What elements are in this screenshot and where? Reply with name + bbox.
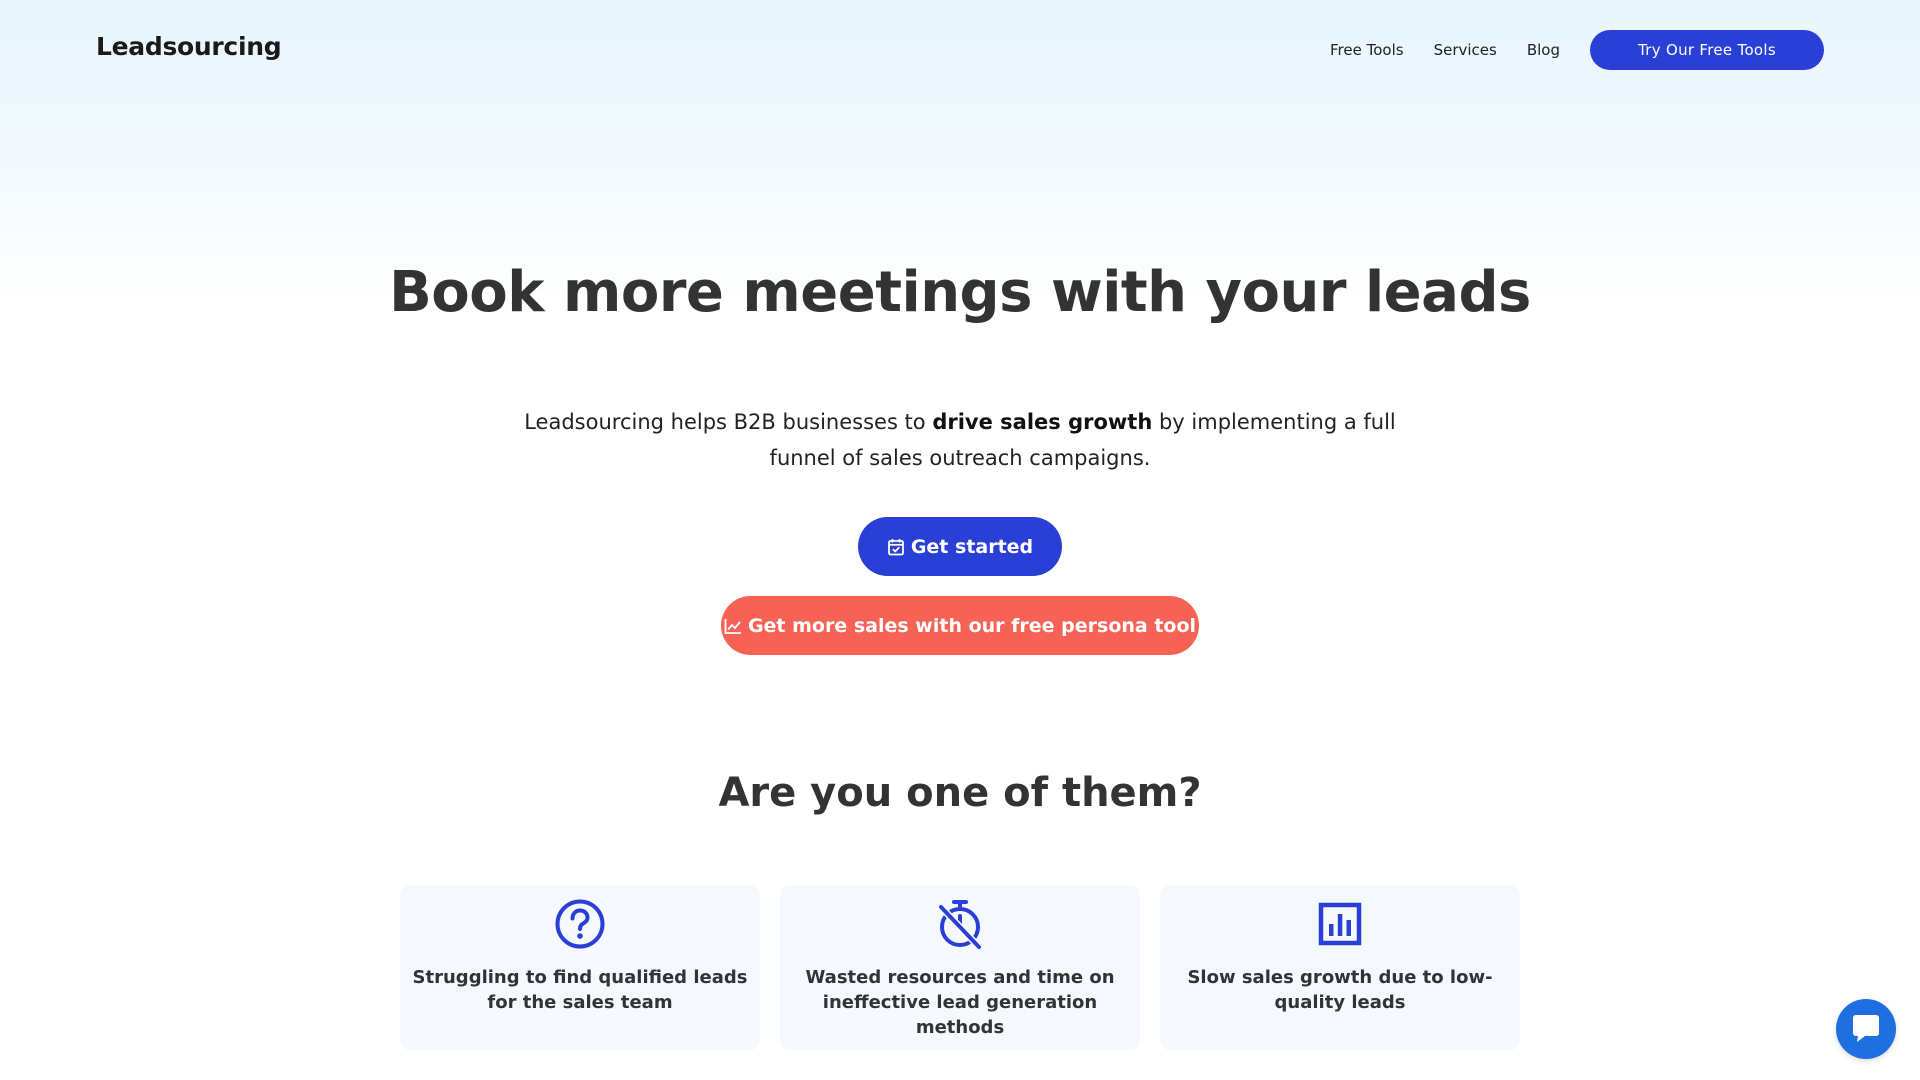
- logo[interactable]: Leadsourcing: [96, 32, 282, 61]
- hero-subtitle-highlight: drive sales growth: [932, 410, 1153, 434]
- chat-bubble-icon: [1853, 1015, 1879, 1042]
- nav-link-services[interactable]: Services: [1434, 41, 1497, 59]
- get-started-button[interactable]: Get started: [858, 517, 1062, 576]
- question-circle-icon: [555, 899, 605, 949]
- persona-tool-label: Get more sales with our free persona too…: [747, 614, 1197, 637]
- persona-tool-button[interactable]: Get more sales with our free persona too…: [721, 596, 1199, 655]
- line-chart-icon: [724, 618, 741, 634]
- bar-chart-square-icon: [1318, 902, 1362, 946]
- site-header: Leadsourcing Free Tools Services Blog Tr…: [0, 0, 1920, 100]
- nav-link-blog[interactable]: Blog: [1527, 41, 1560, 59]
- pain-point-text: Wasted resources and time on ineffective…: [805, 967, 1115, 1038]
- pain-point-cards: Struggling to find qualified leads for t…: [400, 885, 1520, 1050]
- chat-widget-button[interactable]: [1836, 999, 1896, 1059]
- pain-point-card: Struggling to find qualified leads for t…: [400, 885, 760, 1050]
- hero-subtitle: Leadsourcing helps B2B businesses to dri…: [490, 404, 1430, 476]
- pain-point-text: Struggling to find qualified leads for t…: [412, 967, 748, 1013]
- pain-point-card: Slow sales growth due to low-quality lea…: [1160, 885, 1520, 1050]
- stopwatch-off-icon: [937, 900, 983, 951]
- get-started-label: Get started: [910, 535, 1034, 558]
- main-nav: Free Tools Services Blog Try Our Free To…: [1330, 30, 1824, 70]
- hero-title: Book more meetings with your leads: [389, 260, 1531, 325]
- hero-subtitle-text: Leadsourcing helps B2B businesses to: [524, 410, 933, 434]
- calendar-check-icon: [887, 538, 904, 555]
- section-title: Are you one of them?: [718, 770, 1202, 816]
- nav-link-free-tools[interactable]: Free Tools: [1330, 41, 1404, 59]
- try-free-tools-button[interactable]: Try Our Free Tools: [1590, 30, 1824, 70]
- pain-point-text: Slow sales growth due to low-quality lea…: [1187, 967, 1493, 1013]
- pain-point-card: Wasted resources and time on ineffective…: [780, 885, 1140, 1050]
